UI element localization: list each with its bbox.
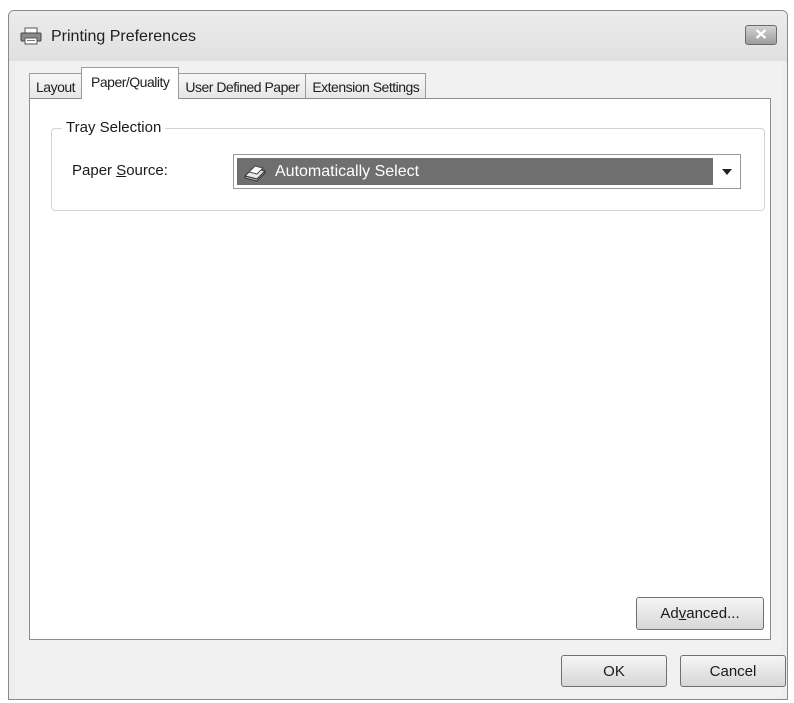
advanced-button[interactable]: Ad v anced... (636, 597, 764, 630)
paper-source-dropdown[interactable]: Automatically Select (233, 154, 741, 189)
printer-icon (20, 27, 42, 45)
tab-strip: Layout Paper/Quality User Defined Paper … (29, 67, 427, 99)
window-title: Printing Preferences (51, 28, 196, 45)
close-button[interactable] (745, 25, 777, 45)
tray-selection-group: Tray Selection Paper Source: Automatical… (51, 119, 765, 211)
tab-layout[interactable]: Layout (29, 73, 83, 99)
paper-tray-icon (243, 162, 267, 182)
ok-button[interactable]: OK (561, 655, 667, 687)
close-icon (755, 26, 767, 44)
chevron-down-icon[interactable] (714, 155, 740, 188)
paper-source-selected-value: Automatically Select (237, 158, 713, 185)
paper-quality-panel: Tray Selection Paper Source: Automatical… (29, 98, 771, 640)
tab-extension-settings[interactable]: Extension Settings (305, 73, 427, 99)
printing-preferences-window: Printing Preferences Layout Paper/Qualit… (8, 10, 788, 700)
paper-source-label: Paper Source: (72, 162, 168, 179)
dialog-client-area: Layout Paper/Quality User Defined Paper … (15, 61, 786, 699)
tab-paper-quality[interactable]: Paper/Quality (81, 67, 180, 99)
cancel-button[interactable]: Cancel (680, 655, 786, 687)
title-bar[interactable]: Printing Preferences (9, 11, 787, 61)
tab-user-defined-paper[interactable]: User Defined Paper (178, 73, 307, 99)
paper-source-value: Automatically Select (275, 162, 420, 180)
tray-selection-label: Tray Selection (62, 119, 166, 136)
